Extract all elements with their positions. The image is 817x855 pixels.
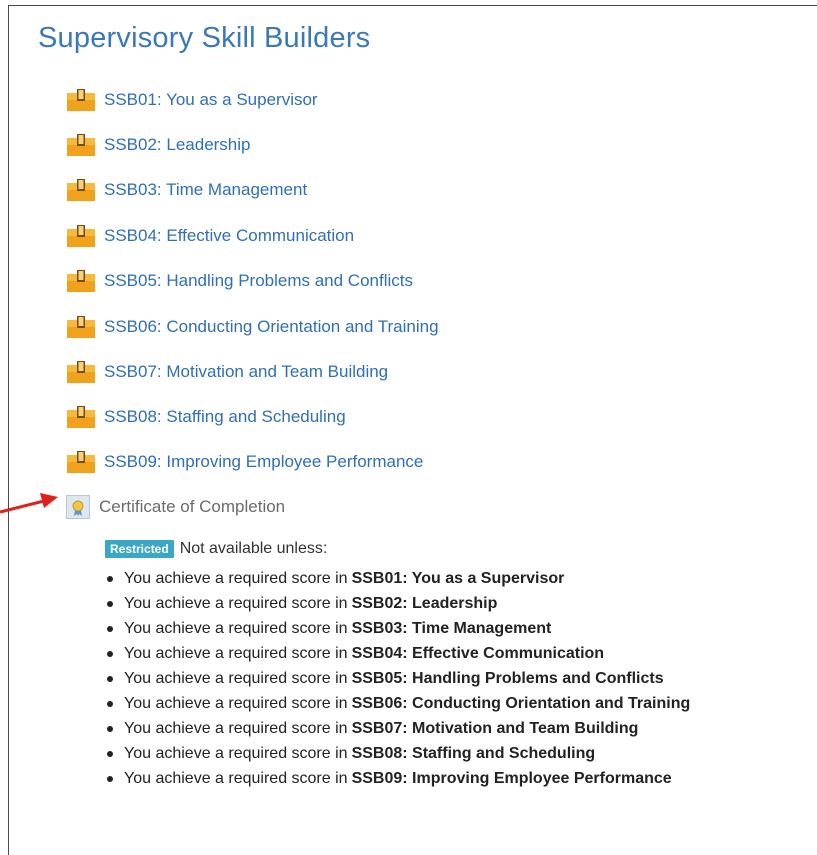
bullet-icon [107,675,113,682]
package-icon [66,315,96,339]
activity-ssb07[interactable]: SSB07: Motivation and Team Building [66,359,388,385]
list-item: You achieve a required score in SSB04: Ef… [107,641,690,666]
list-item: You achieve a required score in SSB01: Yo… [107,566,690,591]
condition-prefix: You achieve a required score in [124,594,348,612]
bullet-icon [107,775,113,782]
package-icon [66,360,96,384]
bullet-icon [107,650,113,657]
activity-link[interactable]: SSB01: You as a Supervisor [104,90,318,110]
section-title: Supervisory Skill Builders [38,22,371,54]
activity-ssb06[interactable]: SSB06: Conducting Orientation and Traini… [66,314,439,340]
bullet-icon [107,725,113,732]
restriction-text: Not available unless: [179,540,328,557]
package-icon [66,405,96,429]
condition-activity: SSB04: Effective Communication [351,644,605,662]
activity-link[interactable]: SSB09: Improving Employee Performance [104,452,423,472]
condition-prefix: You achieve a required score in [124,694,348,712]
package-icon [66,178,96,202]
bullet-icon [107,750,113,757]
list-item: You achieve a required score in SSB09: Im… [107,766,690,791]
activity-ssb08[interactable]: SSB08: Staffing and Scheduling [66,404,346,430]
package-icon [66,224,96,248]
condition-prefix: You achieve a required score in [124,569,348,587]
list-item: You achieve a required score in SSB03: Ti… [107,616,690,641]
activity-link[interactable]: SSB08: Staffing and Scheduling [104,407,346,427]
condition-prefix: You achieve a required score in [124,644,348,662]
list-item: You achieve a required score in SSB02: Le… [107,591,690,616]
restricted-badge: Restricted [105,540,174,558]
certificate-icon [66,495,90,519]
activity-link[interactable]: SSB06: Conducting Orientation and Traini… [104,317,439,337]
bullet-icon [107,575,113,582]
condition-activity: SSB08: Staffing and Scheduling [351,744,596,762]
activity-ssb09[interactable]: SSB09: Improving Employee Performance [66,449,423,475]
activity-ssb02[interactable]: SSB02: Leadership [66,132,251,158]
condition-activity: SSB06: Conducting Orientation and Traini… [351,694,691,712]
list-item: You achieve a required score in SSB06: Co… [107,691,690,716]
activity-ssb03[interactable]: SSB03: Time Management [66,177,307,203]
activity-link[interactable]: SSB03: Time Management [104,180,307,200]
condition-activity: SSB01: You as a Supervisor [351,569,565,587]
condition-prefix: You achieve a required score in [124,719,348,737]
package-icon [66,133,96,157]
list-item: You achieve a required score in SSB07: Mo… [107,716,690,741]
condition-activity: SSB05: Handling Problems and Conflicts [351,669,664,687]
list-item: You achieve a required score in SSB08: St… [107,741,690,766]
condition-activity: SSB02: Leadership [351,594,498,612]
activity-link[interactable]: SSB02: Leadership [104,135,251,155]
package-icon [66,450,96,474]
condition-prefix: You achieve a required score in [124,744,348,762]
activity-link[interactable]: SSB05: Handling Problems and Conflicts [104,271,413,291]
package-icon [66,88,96,112]
bullet-icon [107,625,113,632]
certificate-activity[interactable]: Certificate of Completion [66,495,285,519]
condition-prefix: You achieve a required score in [124,769,348,787]
red-arrow-icon [0,490,62,521]
activity-ssb05[interactable]: SSB05: Handling Problems and Conflicts [66,268,413,294]
condition-activity: SSB03: Time Management [351,619,552,637]
condition-activity: SSB07: Motivation and Team Building [351,719,639,737]
activity-link[interactable]: SSB07: Motivation and Team Building [104,362,388,382]
activity-ssb04[interactable]: SSB04: Effective Communication [66,223,354,249]
bullet-icon [107,600,113,607]
list-item: You achieve a required score in SSB05: Ha… [107,666,690,691]
bullet-icon [107,700,113,707]
package-icon [66,269,96,293]
certificate-label: Certificate of Completion [99,497,286,516]
condition-prefix: You achieve a required score in [124,619,348,637]
condition-activity: SSB09: Improving Employee Performance [351,769,672,787]
condition-prefix: You achieve a required score in [124,669,348,687]
activity-ssb01[interactable]: SSB01: You as a Supervisor [66,87,318,113]
restriction-conditions: You achieve a required score in SSB01: Yo… [107,566,690,791]
activity-link[interactable]: SSB04: Effective Communication [104,226,354,246]
restriction-info: Restricted Not available unless: [105,540,327,558]
